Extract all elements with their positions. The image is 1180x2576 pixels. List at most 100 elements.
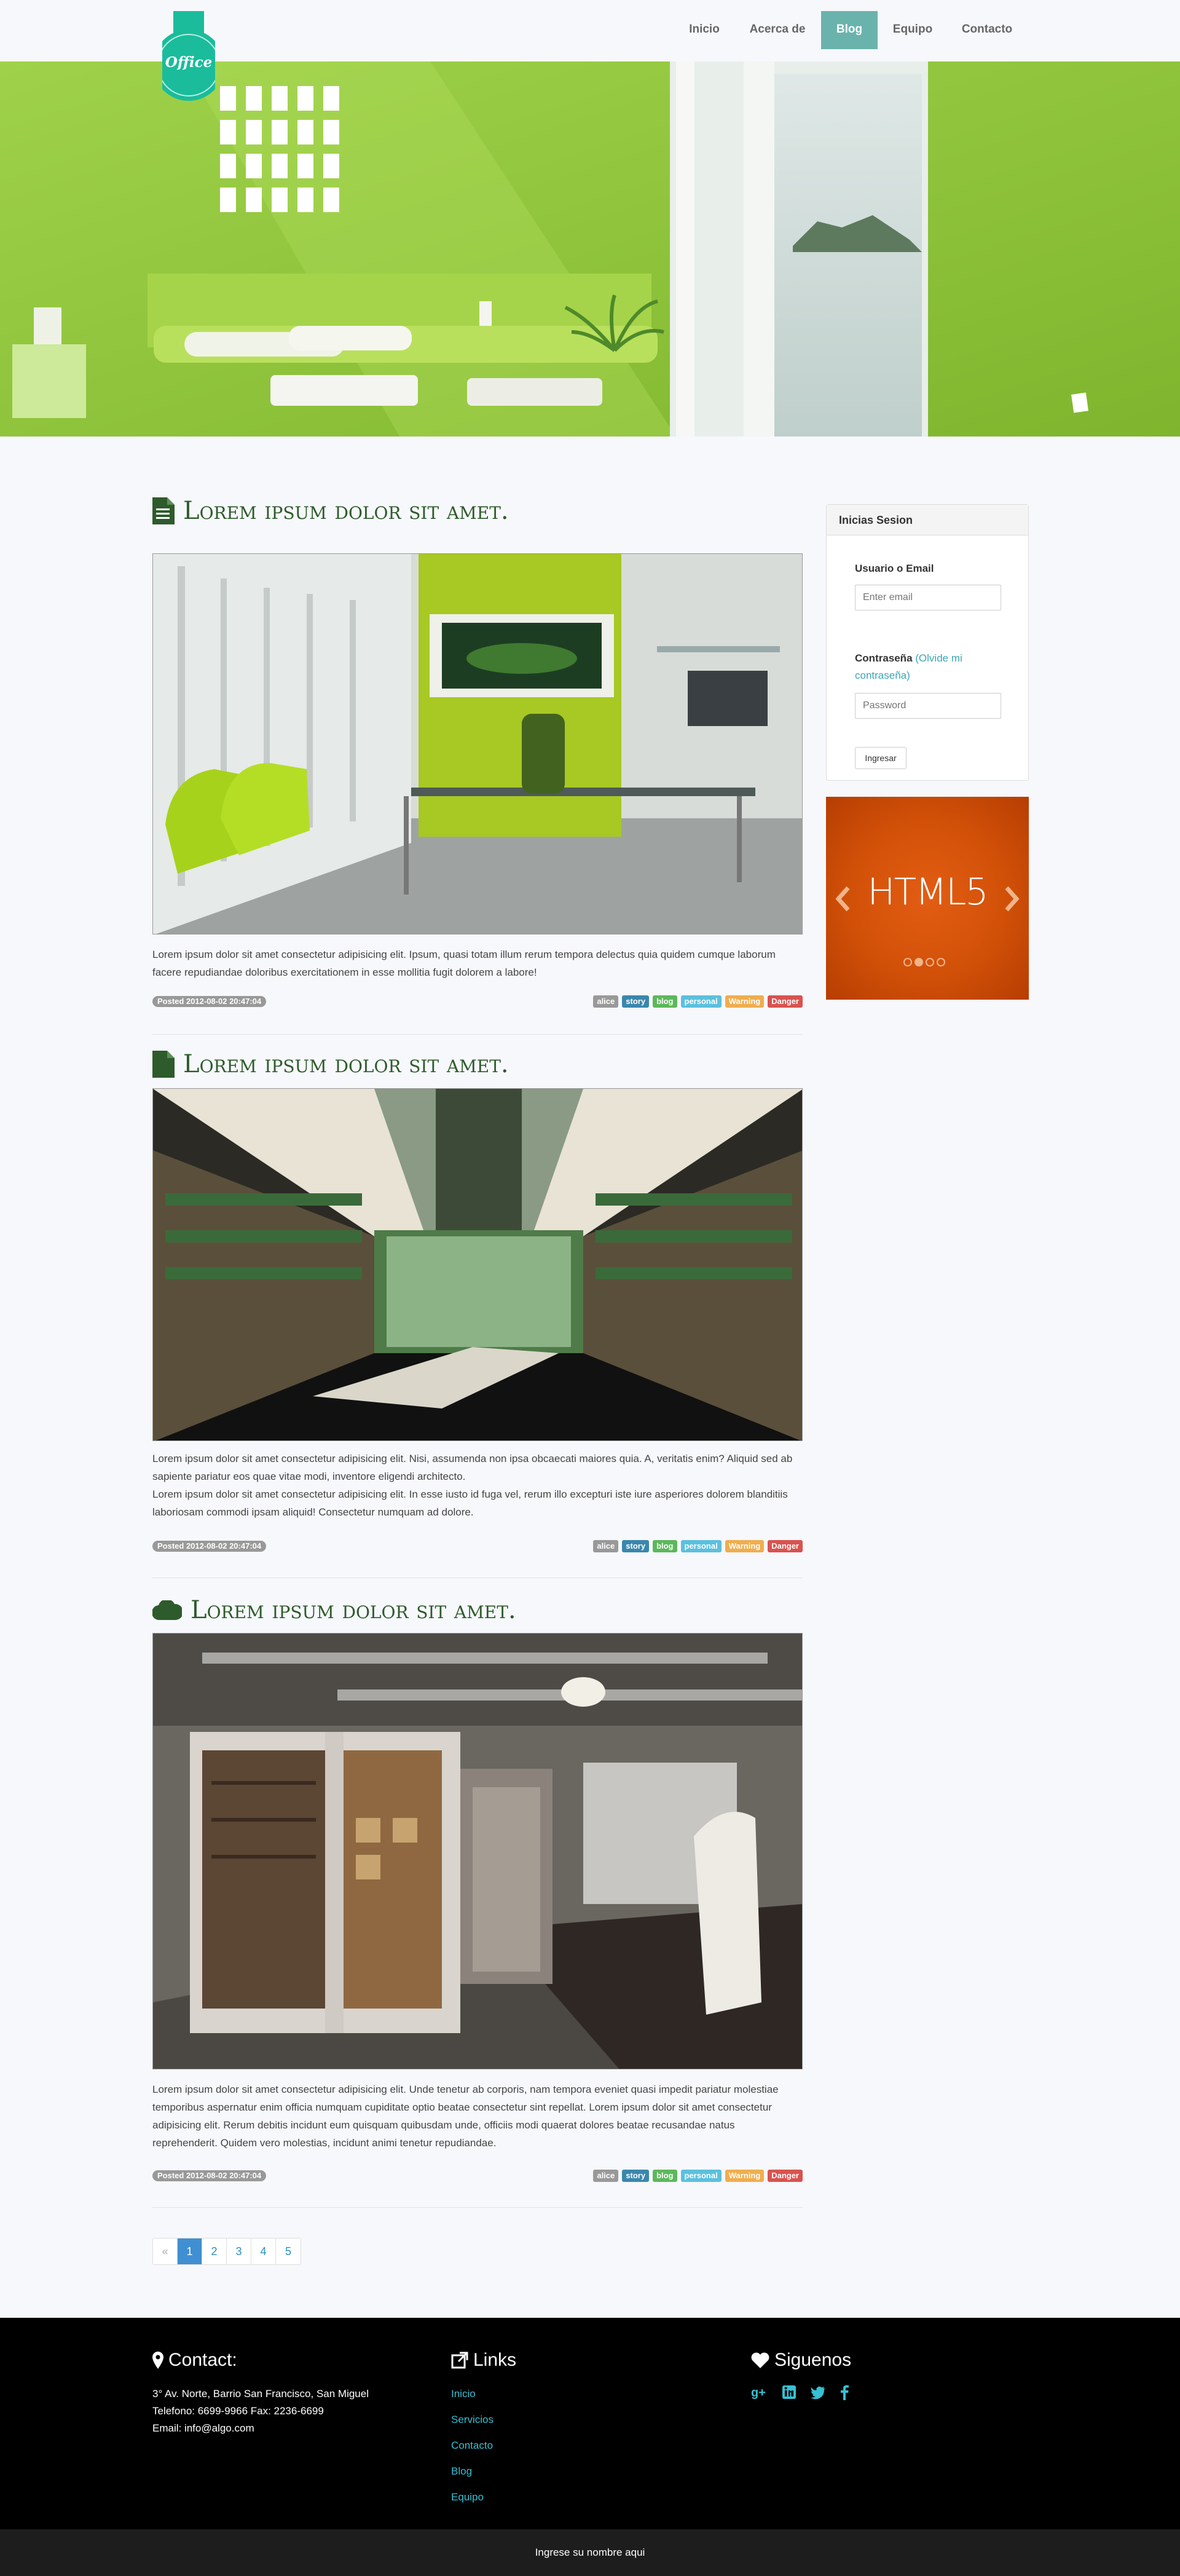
post-excerpt: Lorem ipsum dolor sit amet consectetur a… (152, 1450, 803, 1521)
footer-contact-title-text: Contact: (168, 2350, 237, 2370)
post-title[interactable]: Lorem ipsum dolor sit amet. (152, 1595, 516, 1626)
bottom-bar-text: Ingrese su nombre aqui (535, 2546, 645, 2558)
google-plus-icon[interactable]: g+ (751, 2384, 768, 2400)
footer-link-contacto[interactable]: Contacto (451, 2437, 493, 2454)
tag-alice[interactable]: alice (593, 2170, 619, 2182)
html5-carousel[interactable]: HTML5 (826, 797, 1029, 1000)
posted-date-badge: Posted 2012-08-02 20:47:04 (152, 1541, 267, 1552)
document-icon (152, 497, 175, 524)
cloud-icon (152, 1600, 182, 1620)
login-heading: Inicias Sesion (827, 505, 1028, 535)
nav-blog[interactable]: Blog (821, 11, 878, 49)
office-green-image (153, 554, 802, 934)
tag-list: alice story blog personal Warning Danger (593, 995, 803, 1008)
post-excerpt-paragraph: Lorem ipsum dolor sit amet consectetur a… (152, 1453, 793, 1482)
tag-personal[interactable]: personal (680, 1540, 722, 1552)
social-icons: g+ (751, 2384, 849, 2400)
svg-text:g+: g+ (751, 2386, 766, 2400)
footer-phone: Telefono: 6699-9966 Fax: 2236-6699 (152, 2405, 324, 2417)
carousel-dot[interactable] (926, 958, 934, 966)
heart-icon (751, 2352, 769, 2368)
password-label-text: Contraseña (855, 652, 913, 664)
tag-blog[interactable]: blog (653, 2170, 677, 2182)
tag-warning[interactable]: Warning (725, 995, 765, 1008)
password-input[interactable] (855, 693, 1001, 719)
post-title[interactable]: Lorem ipsum dolor sit amet. (152, 496, 509, 526)
twitter-icon[interactable] (810, 2384, 826, 2400)
post-excerpt: Lorem ipsum dolor sit amet consectetur a… (152, 949, 776, 978)
office-loft-image (153, 1634, 802, 2069)
nav-inicio[interactable]: Inicio (678, 11, 730, 48)
carousel-dot[interactable] (903, 958, 912, 966)
tag-list: alice story blog personal Warning Danger (593, 1540, 803, 1552)
login-button[interactable]: Ingresar (855, 747, 907, 769)
hero-living-room-image (0, 61, 1180, 437)
post-image[interactable] (152, 1633, 803, 2069)
tag-blog[interactable]: blog (653, 995, 677, 1008)
password-label: Contraseña (Olvide mi contraseña) (855, 650, 1009, 684)
tag-danger[interactable]: Danger (768, 995, 803, 1008)
post-image[interactable] (152, 553, 803, 934)
login-panel: Inicias Sesion Usuario o Email Contraseñ… (826, 504, 1029, 781)
tag-warning[interactable]: Warning (725, 2170, 765, 2182)
nav-acerca-de[interactable]: Acerca de (744, 11, 811, 48)
linkedin-icon[interactable] (782, 2384, 796, 2400)
footer-links-title: Links (451, 2350, 516, 2371)
footer-links-title-text: Links (473, 2350, 517, 2370)
bottom-bar: Ingrese su nombre aqui (0, 2529, 1180, 2576)
carousel-dot[interactable] (937, 958, 945, 966)
facebook-icon[interactable] (840, 2384, 849, 2400)
chevron-right-icon[interactable] (1003, 880, 1021, 917)
footer-address: 3° Av. Norte, Barrio San Francisco, San … (152, 2388, 369, 2400)
footer-email: Email: info@algo.com (152, 2422, 254, 2434)
hero-banner (0, 61, 1180, 437)
file-icon (152, 1051, 175, 1078)
map-marker-icon (152, 2352, 163, 2369)
footer: Contact: 3° Av. Norte, Barrio San Franci… (0, 2318, 1180, 2529)
email-input[interactable] (855, 585, 1001, 610)
tag-story[interactable]: story (622, 1540, 650, 1552)
top-navbar: Office Inicio Acerca de Blog Equipo Cont… (0, 0, 1180, 101)
carousel-indicators (903, 958, 945, 966)
tag-alice[interactable]: alice (593, 1540, 619, 1552)
post-excerpt: Lorem ipsum dolor sit amet consectetur a… (152, 2084, 779, 2149)
pagination-page-2[interactable]: 2 (202, 2238, 227, 2264)
tag-warning[interactable]: Warning (725, 1540, 765, 1552)
user-label: Usuario o Email (855, 563, 934, 574)
tag-danger[interactable]: Danger (768, 1540, 803, 1552)
post-title-text: Lorem ipsum dolor sit amet. (183, 1050, 509, 1078)
pagination-page-5[interactable]: 5 (276, 2238, 301, 2264)
footer-link-servicios[interactable]: Servicios (451, 2411, 494, 2428)
pagination-page-1[interactable]: 1 (178, 2238, 202, 2264)
tag-story[interactable]: story (622, 995, 650, 1008)
post-title[interactable]: Lorem ipsum dolor sit amet. (152, 1049, 509, 1080)
tag-list: alice story blog personal Warning Danger (593, 2170, 803, 2182)
logo[interactable]: Office (162, 11, 215, 103)
post-image[interactable] (152, 1088, 803, 1441)
footer-link-blog[interactable]: Blog (451, 2463, 472, 2480)
tag-personal[interactable]: personal (680, 2170, 722, 2182)
footer-social-title-text: Siguenos (774, 2350, 852, 2370)
external-link-icon (451, 2352, 468, 2369)
pagination-page-4[interactable]: 4 (251, 2238, 276, 2264)
tag-story[interactable]: story (622, 2170, 650, 2182)
footer-social-title: Siguenos (751, 2350, 851, 2371)
post-divider (152, 1034, 803, 1035)
posted-date-badge: Posted 2012-08-02 20:47:04 (152, 2170, 267, 2181)
pagination: « 1 2 3 4 5 (152, 2238, 301, 2265)
carousel-slide-text: HTML5 (867, 871, 988, 914)
pagination-prev[interactable]: « (153, 2238, 178, 2264)
nav-equipo[interactable]: Equipo (885, 11, 940, 48)
nav-contacto[interactable]: Contacto (955, 11, 1019, 48)
footer-link-inicio[interactable]: Inicio (451, 2385, 476, 2403)
carousel-dot-active[interactable] (914, 958, 923, 966)
office-library-image (153, 1089, 802, 1440)
tag-danger[interactable]: Danger (768, 2170, 803, 2182)
posted-date-badge: Posted 2012-08-02 20:47:04 (152, 996, 267, 1007)
tag-alice[interactable]: alice (593, 995, 619, 1008)
pagination-page-3[interactable]: 3 (227, 2238, 251, 2264)
tag-blog[interactable]: blog (653, 1540, 677, 1552)
post-title-text: Lorem ipsum dolor sit amet. (183, 497, 509, 525)
footer-link-equipo[interactable]: Equipo (451, 2489, 484, 2506)
tag-personal[interactable]: personal (680, 995, 722, 1008)
